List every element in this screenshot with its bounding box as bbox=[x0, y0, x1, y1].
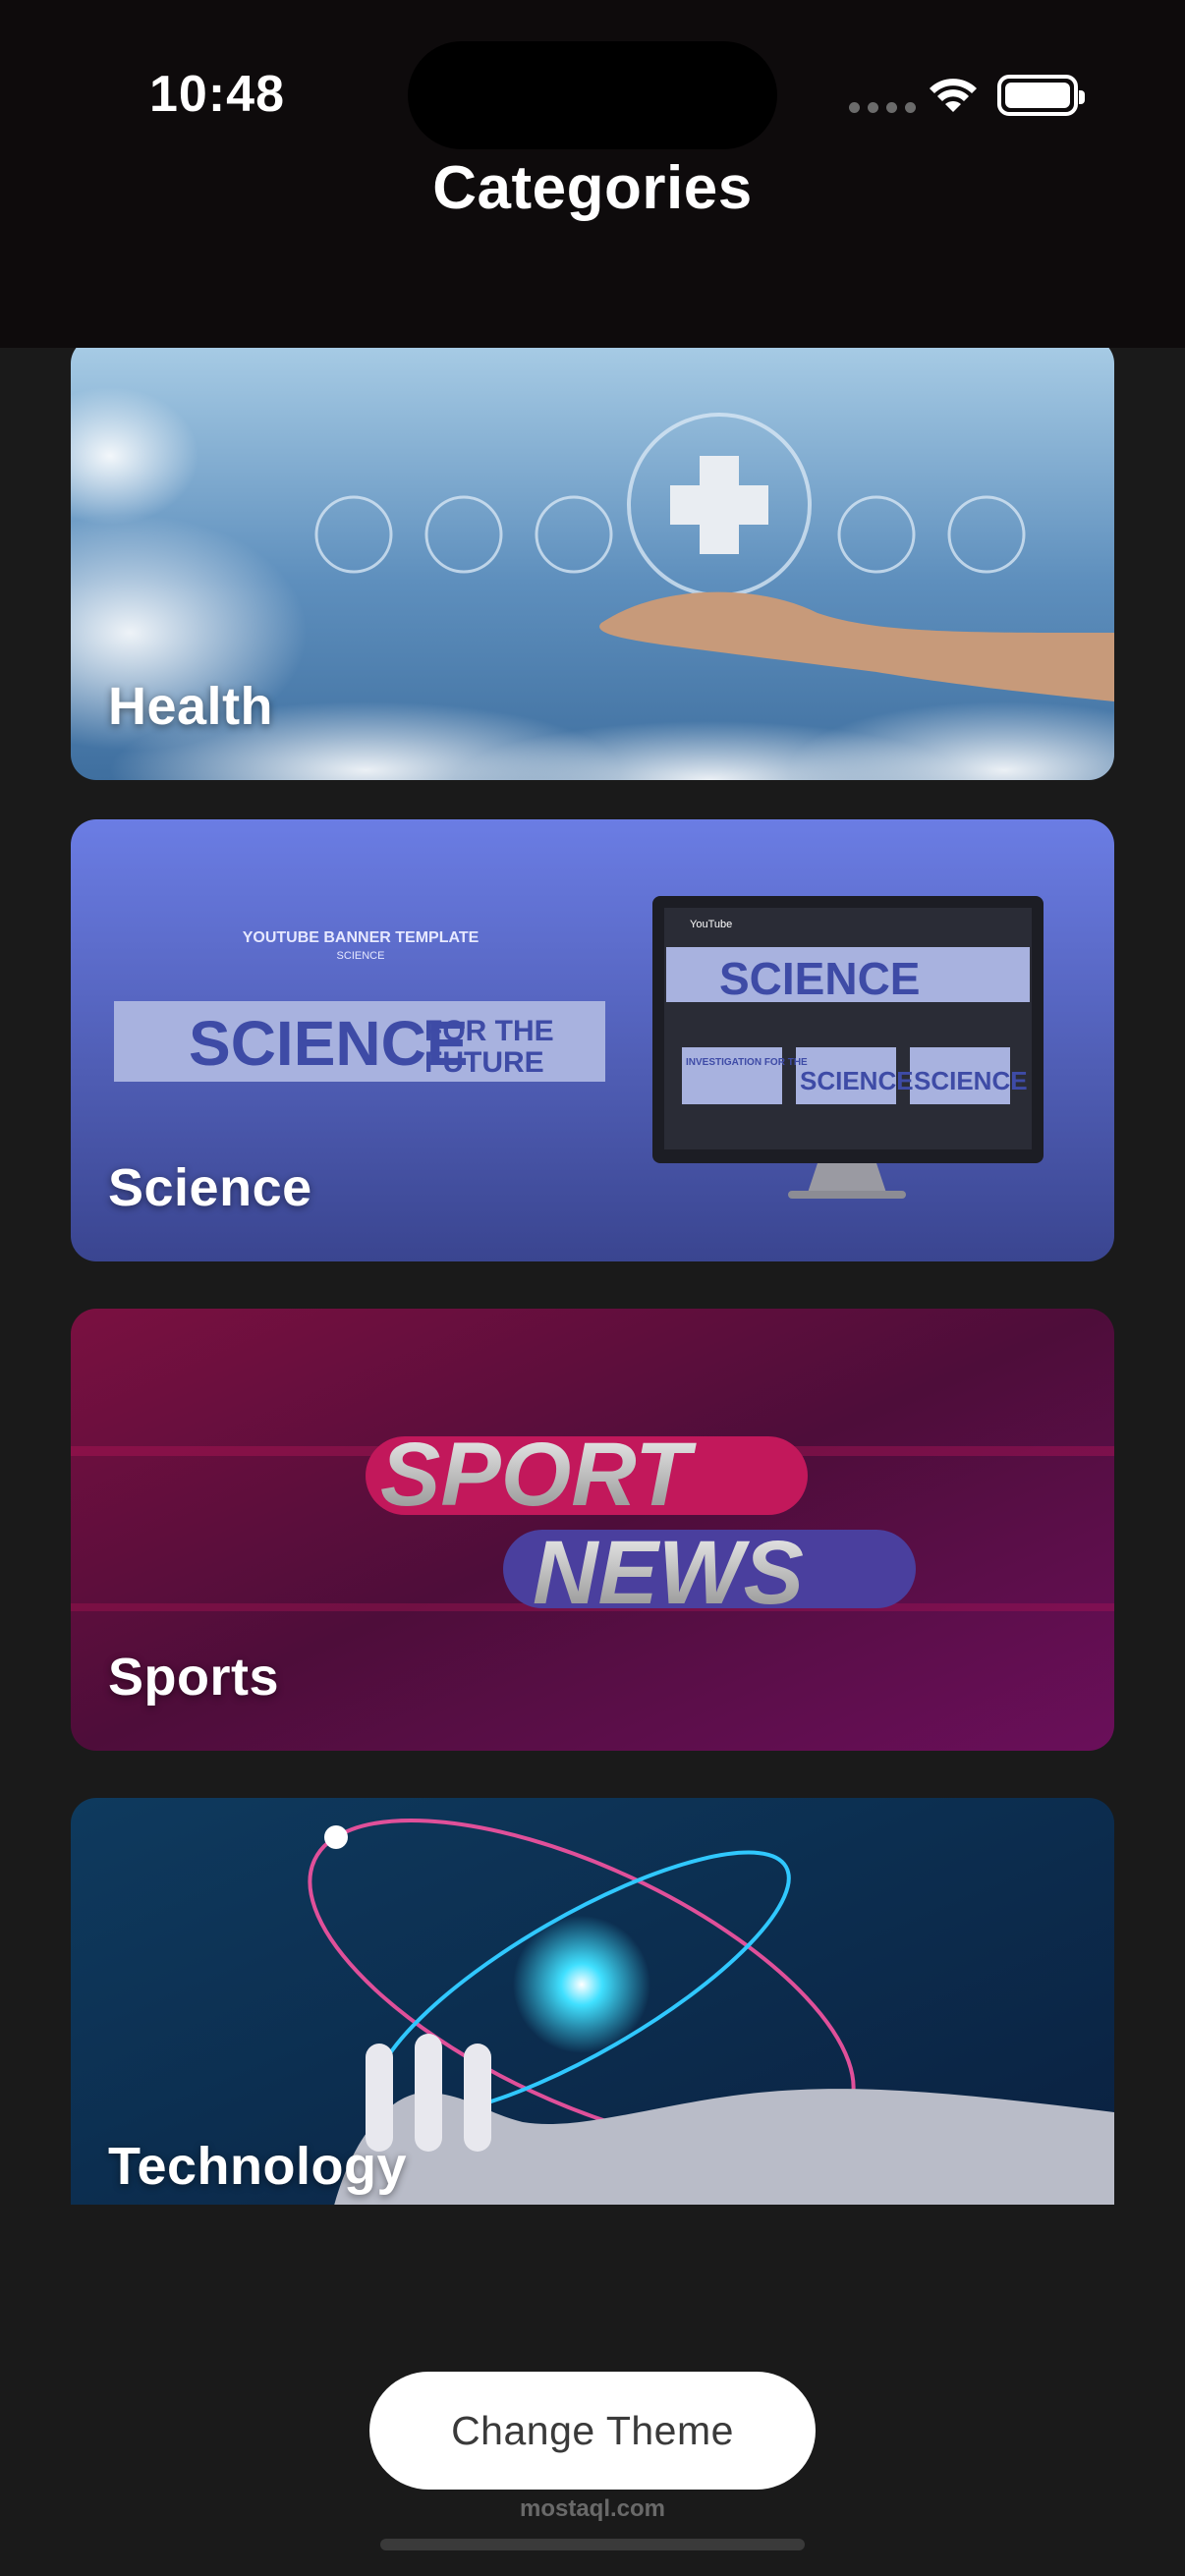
watermark: mostaql.com bbox=[519, 2495, 666, 2522]
science-thumb-2: SCIENCE bbox=[800, 1066, 914, 1095]
science-small-title: YOUTUBE BANNER TEMPLATE bbox=[243, 929, 480, 946]
change-theme-button[interactable]: Change Theme bbox=[369, 2372, 816, 2490]
category-card-technology[interactable]: Technology bbox=[71, 1798, 1114, 2205]
sports-art-line-1: SPORT bbox=[380, 1425, 697, 1525]
page-title: Categories bbox=[432, 154, 753, 222]
science-thumb-3: SCIENCE bbox=[914, 1066, 1028, 1095]
category-label: Sports bbox=[108, 1648, 280, 1707]
home-indicator[interactable] bbox=[380, 2539, 805, 2550]
science-thumb-1: INVESTIGATION FOR THE bbox=[686, 1057, 808, 1068]
science-banner-tag-2: FUTURE bbox=[424, 1046, 544, 1079]
category-card-science[interactable]: YOUTUBE BANNER TEMPLATE SCIENCE SCIENCE … bbox=[71, 819, 1114, 1261]
science-banner-tag-1: FOR THE bbox=[424, 1015, 554, 1047]
science-screen-big: SCIENCE bbox=[719, 953, 920, 1004]
category-card-health[interactable]: Health bbox=[71, 348, 1114, 780]
category-label: Health bbox=[108, 677, 274, 736]
category-label: Technology bbox=[108, 2137, 408, 2196]
sports-art-line-2: NEWS bbox=[533, 1523, 804, 1623]
category-list[interactable]: Health YOUTUBE BANNER TEMPLATE SCIENCE S… bbox=[0, 348, 1185, 2205]
science-small-sub: SCIENCE bbox=[337, 950, 385, 962]
app-header: Categories bbox=[0, 154, 1185, 348]
category-label: Science bbox=[108, 1158, 312, 1217]
category-card-sports[interactable]: SPORT NEWS Sports bbox=[71, 1309, 1114, 1751]
science-screen-app: YouTube bbox=[690, 919, 732, 930]
